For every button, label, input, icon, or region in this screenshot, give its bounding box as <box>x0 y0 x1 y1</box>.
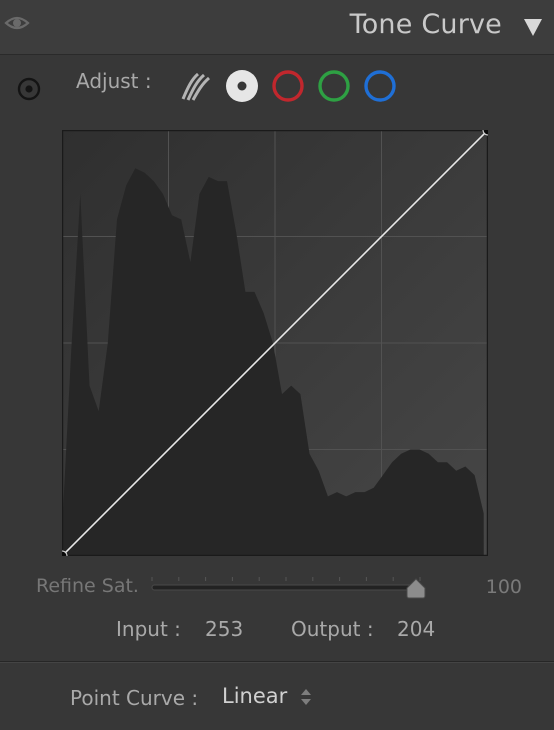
output-value: 204 <box>397 617 436 641</box>
triangle-down-icon[interactable] <box>522 16 544 38</box>
refine-saturation-label: Refine Sat. <box>36 575 139 597</box>
panel-title: Tone Curve <box>349 9 502 40</box>
slider-track <box>151 584 421 591</box>
input-value: 253 <box>205 617 244 641</box>
input-label: Input : <box>116 617 181 641</box>
updown-arrows-icon <box>300 689 311 705</box>
panel-header[interactable]: Tone Curve <box>0 0 554 55</box>
blue-channel-icon[interactable] <box>363 69 397 103</box>
slider-thumb[interactable] <box>406 578 426 599</box>
refine-saturation-slider[interactable] <box>150 574 430 604</box>
tone-curve-panel: Tone Curve Adjust : Refine Sat. 100 Inpu… <box>0 0 554 730</box>
point-curve-icon[interactable] <box>225 69 259 103</box>
green-channel-icon[interactable] <box>317 69 351 103</box>
red-channel-icon[interactable] <box>271 69 305 103</box>
curve-canvas[interactable] <box>62 130 488 556</box>
tone-curve-graph[interactable] <box>62 130 488 556</box>
refine-saturation-value[interactable]: 100 <box>486 576 522 598</box>
parametric-curve-icon[interactable] <box>178 69 212 103</box>
eye-icon[interactable] <box>4 12 30 34</box>
point-curve-label: Point Curve : <box>70 686 199 710</box>
adjust-label: Adjust : <box>76 69 152 93</box>
output-label: Output : <box>291 617 374 641</box>
slider-ticks <box>151 577 421 581</box>
divider-highlight <box>0 662 554 663</box>
target-icon[interactable] <box>16 76 42 102</box>
point-curve-select[interactable]: Linear <box>222 684 312 712</box>
point-curve-value: Linear <box>222 684 288 708</box>
